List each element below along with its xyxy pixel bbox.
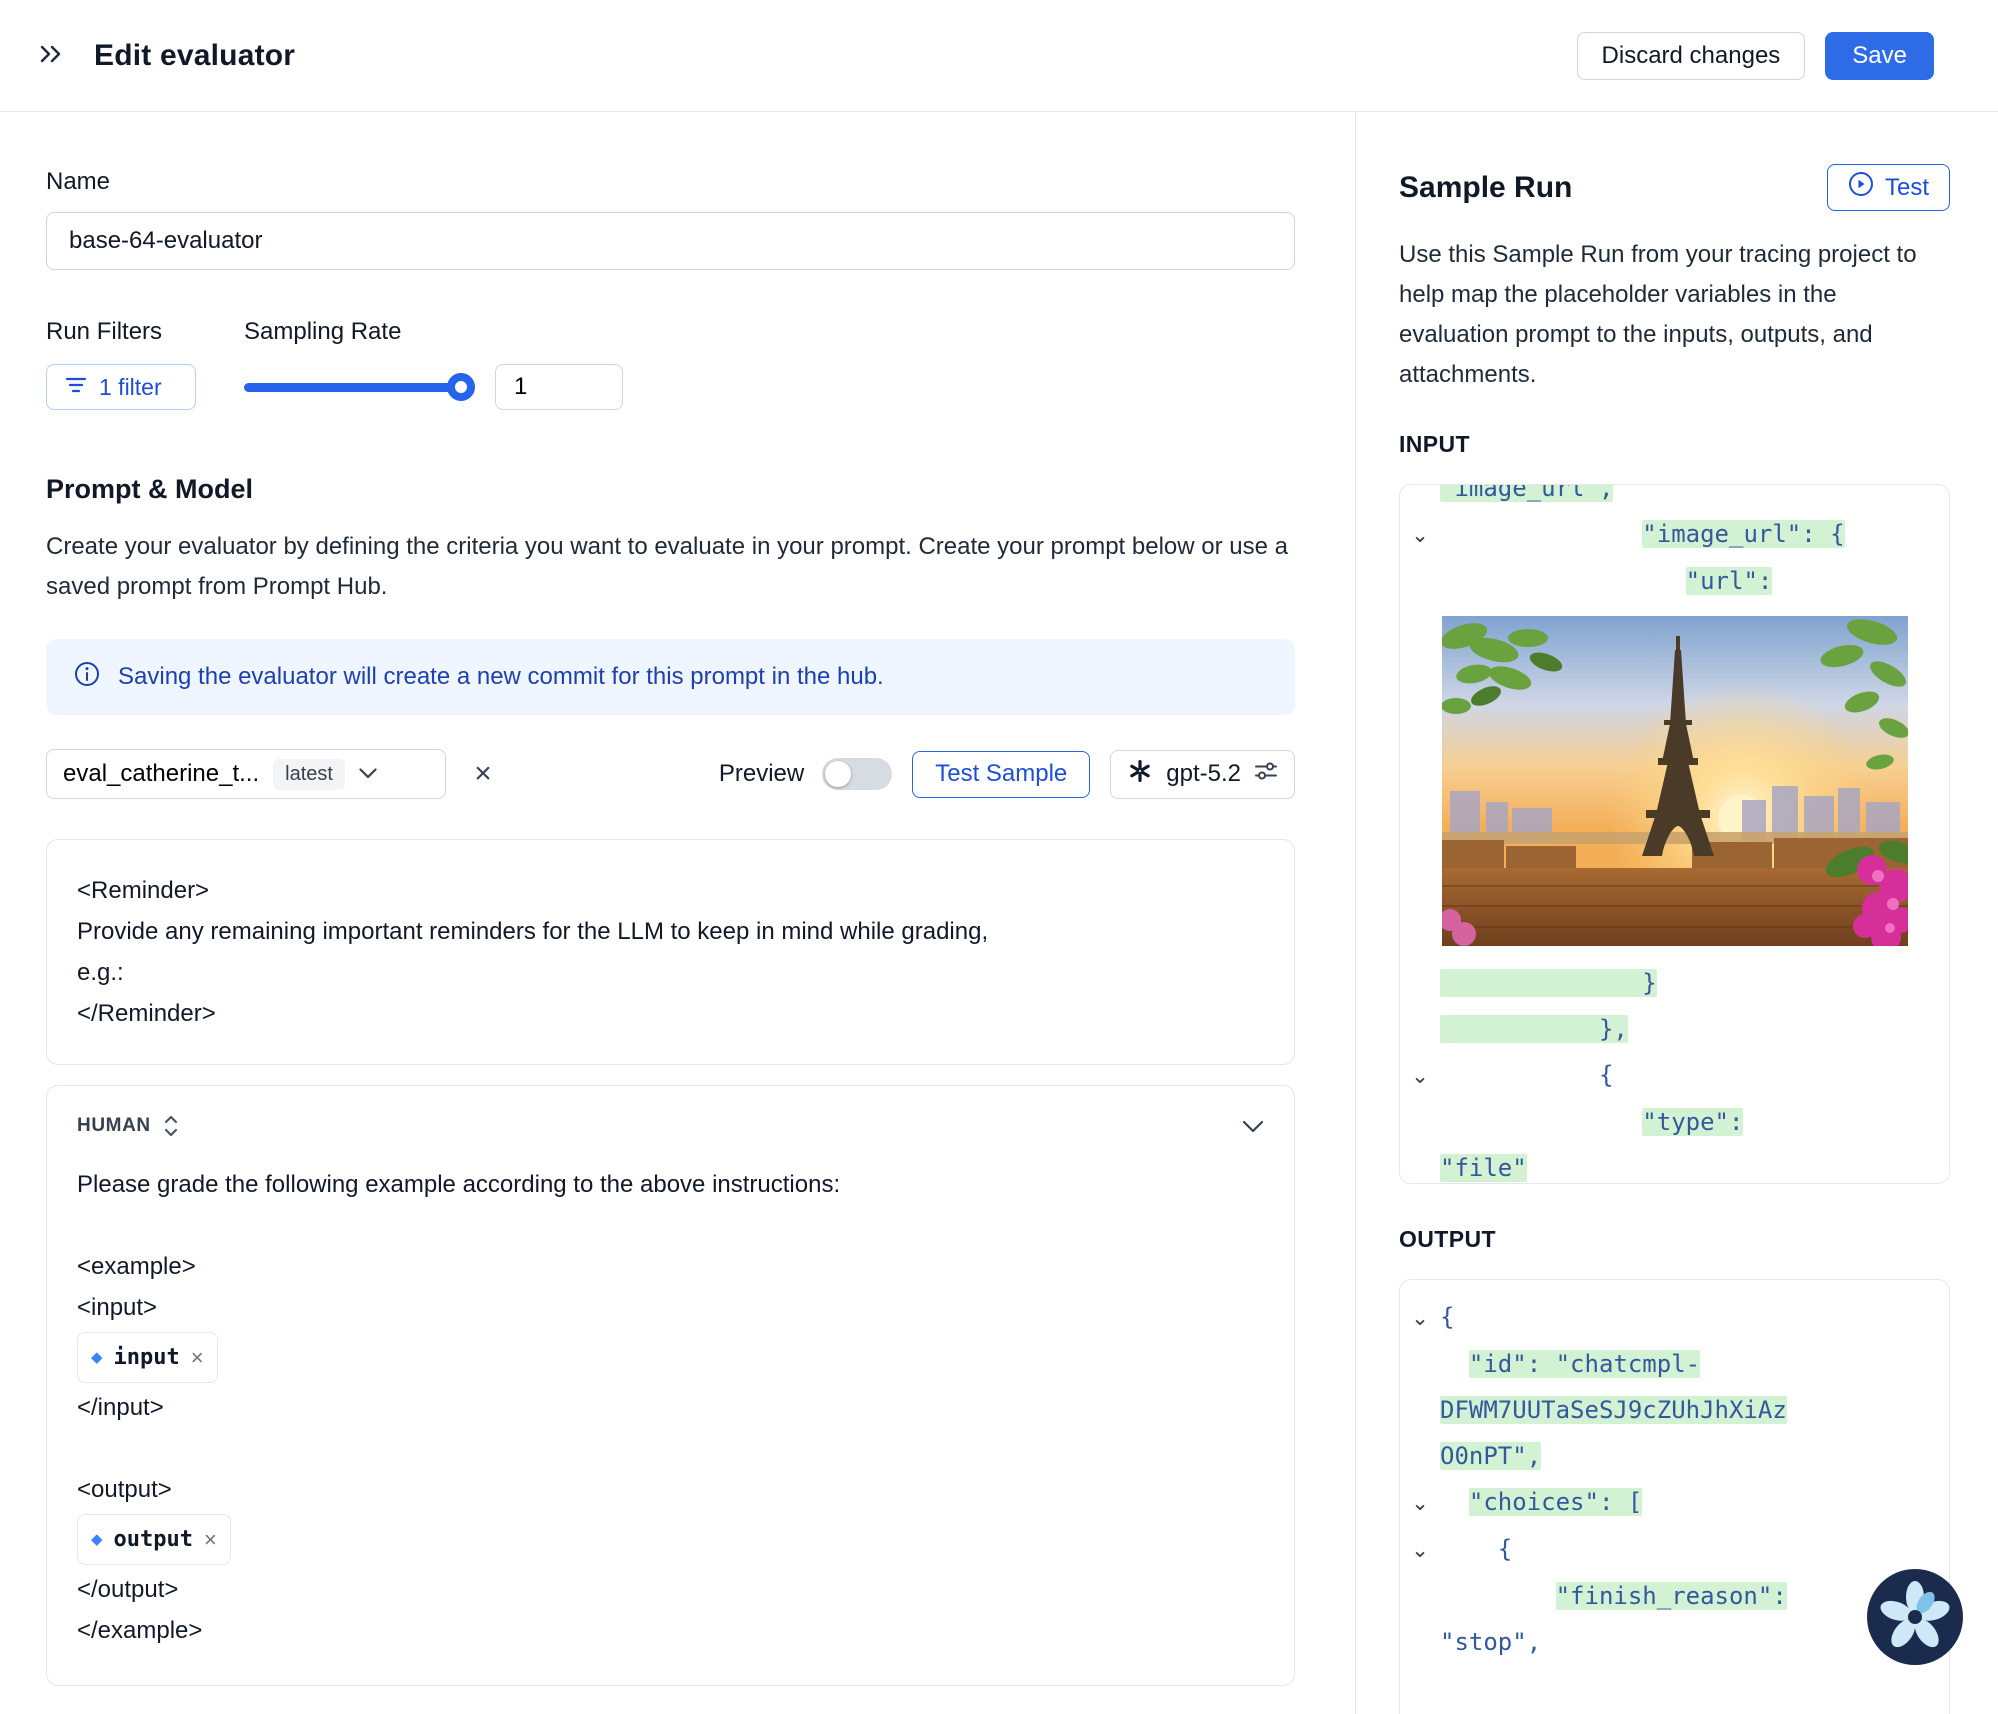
output-variable-chip[interactable]: ◆ output × [77, 1514, 231, 1565]
prompt-version-badge: latest [273, 759, 345, 790]
message-line: </example> [77, 1610, 1264, 1651]
name-label: Name [46, 168, 1295, 196]
evaluator-form-panel: Name Run Filters Sampling Rate 1 filter [0, 112, 1356, 1714]
info-banner: Saving the evaluator will create a new c… [46, 639, 1295, 715]
preview-label: Preview [719, 760, 804, 788]
collapse-node-icon[interactable]: ⌄ [1400, 1527, 1440, 1573]
test-button[interactable]: Test [1827, 164, 1950, 211]
message-line: <example> [77, 1246, 1264, 1287]
run-filters-button[interactable]: 1 filter [46, 364, 196, 410]
role-switch-icon[interactable] [163, 1114, 179, 1138]
code-token: "type": [1642, 1108, 1743, 1136]
code-line: image_url", [1400, 484, 1949, 511]
sampling-rate-label: Sampling Rate [244, 318, 1295, 346]
chevron-down-icon [359, 767, 377, 782]
code-line: }, [1400, 1006, 1949, 1052]
prompt-select-value: eval_catherine_t... [63, 760, 259, 788]
message-line: <output> [77, 1469, 1264, 1510]
code-line: "type": [1400, 1099, 1949, 1145]
model-select[interactable]: gpt-5.2 [1110, 750, 1295, 799]
flower-logo-icon [1866, 1654, 1964, 1669]
close-icon: × [474, 757, 492, 791]
code-line: ⌄ "image_url": { [1400, 511, 1949, 558]
code-line: "file" [1400, 1145, 1949, 1184]
double-chevron-right-icon [38, 42, 64, 69]
model-select-value: gpt-5.2 [1166, 760, 1241, 788]
remove-input-variable-icon[interactable]: × [191, 1347, 204, 1369]
collapse-node-icon[interactable]: ⌄ [1400, 1295, 1440, 1341]
variable-diamond-icon: ◆ [91, 1519, 103, 1560]
collapse-node-icon[interactable]: ⌄ [1400, 512, 1440, 558]
human-message-block: HUMAN Please grade the following example… [46, 1085, 1295, 1686]
human-message-editor[interactable]: Please grade the following example accor… [77, 1164, 1264, 1651]
name-input[interactable] [46, 212, 1295, 270]
code-line: DFWM7UUTaSeSJ9cZUhJhXiAz [1400, 1387, 1949, 1433]
system-prompt-editor[interactable]: <Reminder> Provide any remaining importa… [46, 839, 1295, 1065]
clear-prompt-button[interactable]: × [460, 751, 506, 797]
openai-logo-icon [1127, 758, 1153, 791]
code-token: "finish_reason": [1556, 1582, 1787, 1610]
code-token: "choices": [ [1469, 1488, 1642, 1516]
message-role-label: HUMAN [77, 1115, 151, 1137]
input-variable-chip[interactable]: ◆ input × [77, 1332, 218, 1383]
collapse-node-icon[interactable]: ⌄ [1400, 1053, 1440, 1099]
code-line: ⌄{ [1400, 1294, 1949, 1341]
message-line: <input> [77, 1287, 1264, 1328]
sample-input-image [1442, 616, 1908, 946]
page-title: Edit evaluator [94, 39, 295, 73]
header: Edit evaluator Discard changes Save [0, 0, 1998, 112]
info-icon [74, 661, 100, 694]
prompt-select[interactable]: eval_catherine_t... latest [46, 749, 446, 799]
collapse-node-icon[interactable]: ⌄ [1400, 1480, 1440, 1526]
discard-changes-button[interactable]: Discard changes [1577, 32, 1806, 80]
save-button[interactable]: Save [1825, 32, 1934, 80]
message-line: Please grade the following example accor… [77, 1164, 1264, 1205]
collapse-panel-button[interactable] [38, 42, 64, 69]
message-line: </output> [77, 1569, 1264, 1610]
input-section-label: INPUT [1399, 431, 1950, 458]
sample-run-description: Use this Sample Run from your tracing pr… [1399, 235, 1950, 395]
code-token: image_url", [1440, 484, 1613, 502]
variable-diamond-icon: ◆ [91, 1337, 103, 1378]
code-token: { [1498, 1535, 1512, 1563]
code-token: "stop", [1440, 1628, 1541, 1656]
code-token: "url": [1686, 567, 1773, 595]
code-token: "id": "chatcmpl- [1469, 1350, 1700, 1378]
code-line: O0nPT", [1400, 1433, 1949, 1479]
run-filters-label: Run Filters [46, 318, 244, 346]
sample-run-title: Sample Run [1399, 171, 1572, 205]
sampling-rate-input[interactable] [495, 364, 623, 410]
code-token: { [1599, 1061, 1613, 1089]
slider-handle[interactable] [447, 373, 475, 401]
code-line: "url": [1400, 558, 1949, 604]
sample-run-panel: Sample Run Test Use this Sample Run from… [1356, 112, 1998, 1714]
play-circle-icon [1848, 171, 1874, 204]
info-banner-text: Saving the evaluator will create a new c… [118, 663, 884, 691]
sampling-rate-slider[interactable] [244, 383, 469, 392]
code-token: O0nPT", [1440, 1442, 1541, 1470]
code-token: "file" [1440, 1154, 1527, 1182]
filter-icon [65, 374, 87, 401]
code-line: } [1400, 960, 1949, 1006]
code-token: "image_url": { [1642, 520, 1844, 548]
code-token: }, [1440, 1015, 1628, 1043]
prompt-model-description: Create your evaluator by defining the cr… [46, 527, 1295, 607]
remove-output-variable-icon[interactable]: × [204, 1529, 217, 1551]
code-line: ⌄ "choices": [ [1400, 1479, 1949, 1526]
code-line: ⌄ { [1400, 1526, 1949, 1573]
code-line: ⌄ { [1400, 1052, 1949, 1099]
output-section-label: OUTPUT [1399, 1226, 1950, 1253]
chat-widget-button[interactable] [1866, 1568, 1964, 1666]
model-settings-icon [1254, 760, 1278, 789]
message-line: </input> [77, 1387, 1264, 1428]
code-token: } [1440, 969, 1657, 997]
code-token: { [1440, 1303, 1454, 1331]
code-line: "id": "chatcmpl- [1400, 1341, 1949, 1387]
test-sample-button[interactable]: Test Sample [912, 751, 1090, 798]
collapse-message-icon[interactable] [1242, 1120, 1264, 1133]
preview-toggle[interactable] [822, 758, 892, 790]
input-json-viewer[interactable]: image_url",⌄ "image_url": { "url": [1399, 484, 1950, 1184]
prompt-model-title: Prompt & Model [46, 474, 1295, 505]
code-token: DFWM7UUTaSeSJ9cZUhJhXiAz [1440, 1396, 1787, 1424]
